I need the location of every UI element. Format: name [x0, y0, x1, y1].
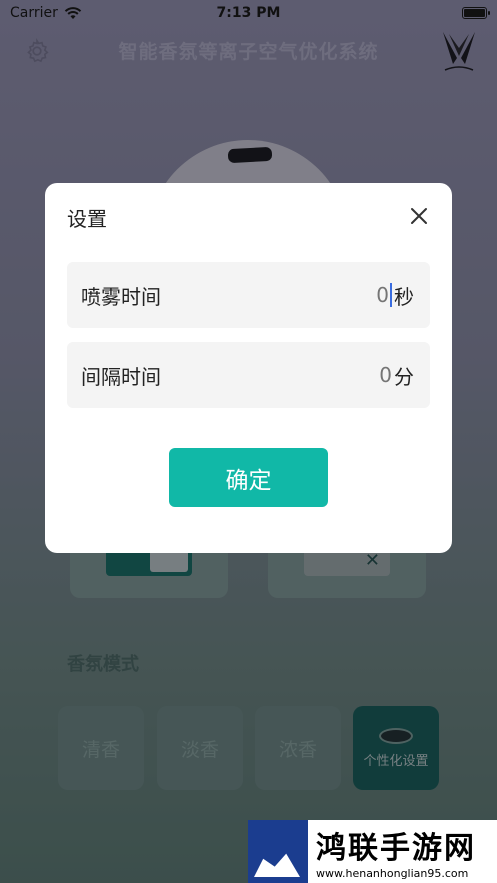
interval-time-input[interactable]	[332, 360, 392, 390]
interval-time-label: 间隔时间	[81, 364, 161, 389]
watermark-title: 鸿联手游网	[316, 831, 476, 866]
confirm-button[interactable]: 确定	[169, 448, 328, 507]
watermark: 鸿联手游网 www.henanhonglian95.com	[248, 820, 497, 883]
watermark-text: 鸿联手游网 www.henanhonglian95.com	[308, 823, 476, 880]
carrier-label: Carrier	[10, 5, 58, 21]
status-time: 7:13 PM	[216, 5, 281, 21]
watermark-logo-icon	[248, 820, 308, 883]
battery-icon	[462, 7, 490, 19]
watermark-url: www.henanhonglian95.com	[316, 867, 469, 880]
status-bar: Carrier 7:13 PM	[0, 0, 497, 26]
spray-time-label: 喷雾时间	[81, 284, 161, 309]
spray-time-field[interactable]: 喷雾时间 秒	[67, 262, 430, 328]
interval-time-unit: 分	[394, 364, 414, 389]
close-icon[interactable]	[408, 205, 430, 227]
text-caret	[390, 283, 392, 307]
spray-time-unit: 秒	[394, 284, 414, 309]
status-left: Carrier	[10, 5, 82, 21]
spray-time-input[interactable]	[329, 280, 389, 310]
wifi-icon	[64, 6, 82, 19]
interval-time-field[interactable]: 间隔时间 分	[67, 342, 430, 408]
settings-dialog: 设置 喷雾时间 秒 间隔时间 分 确定	[45, 183, 452, 553]
dialog-title: 设置	[67, 207, 107, 231]
